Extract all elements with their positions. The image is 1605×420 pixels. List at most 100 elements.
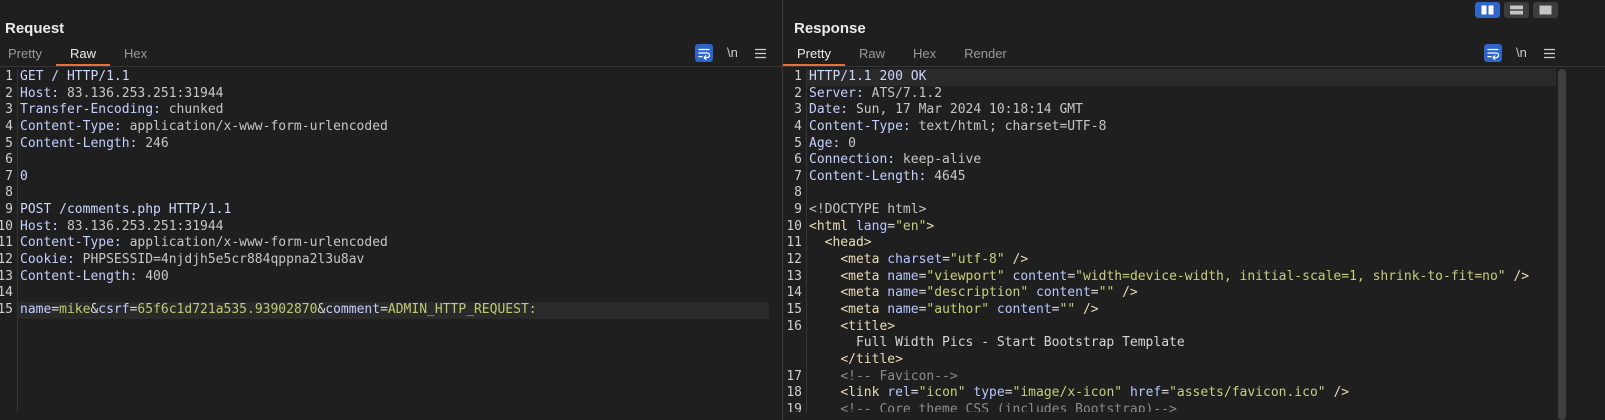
line-number: 18 [786,385,802,401]
code-line[interactable]: Full Width Pics - Start Bootstrap Templa… [783,335,1556,352]
token-attr-value: "" [1098,285,1115,301]
wrap-lines-icon [698,48,711,61]
code-line[interactable]: 8 [0,185,769,202]
token-attr-name: name [887,268,919,284]
code-line[interactable]: 14 [0,285,769,302]
code-line[interactable]: 12 <meta charset="utf-8" /> [783,252,1556,269]
tab-hex[interactable]: Hex [899,44,950,66]
code-line[interactable]: 9 POST /comments.php HTTP/1.1 [0,202,769,219]
vertical-scrollbar[interactable] [1558,69,1566,420]
code-line[interactable]: 1 HTTP/1.1 200 OK [783,69,1556,86]
code-line[interactable]: 10 Host: 83.136.253.251:31944 [0,219,769,236]
code-line[interactable]: 15 name=mike&csrf=65f6c1d721a535.93902870… [0,301,769,319]
request-tabs: Pretty Raw Hex [0,44,161,66]
code-line[interactable]: 10 <html lang="en"> [783,219,1556,236]
tab-raw[interactable]: Raw [55,44,110,66]
token-param-value: ADMIN_HTTP_REQUEST: [387,301,537,317]
tab-pretty[interactable]: Pretty [0,44,56,66]
tab-raw[interactable]: Raw [845,44,899,66]
tab-render[interactable]: Render [950,44,1021,66]
code-line[interactable]: 5 Age: 0 [783,136,1556,153]
split-rows-button[interactable] [1504,2,1529,18]
response-code-lines: 1 HTTP/1.1 200 OK 2 Server: ATS/7.1.2 3 Date:… [783,69,1556,412]
token-header-name: Content-Length: [809,168,927,184]
line-number: 10 [786,218,802,234]
line-content: POST /comments.php HTTP/1.1 [18,202,769,219]
token-attr-value: "description" [926,285,1029,301]
request-editor[interactable]: 1 GET / HTTP/1.1 2 Host: 83.136.253.251:319… [0,69,769,412]
wrap-lines-button[interactable] [695,44,713,62]
code-line[interactable]: 2 Host: 83.136.253.251:31944 [0,86,769,103]
token-header-name: Transfer-Encoding: [20,102,161,118]
line-content: Host: 83.136.253.251:31944 [18,219,769,236]
token-tag: </title> [840,351,903,367]
token-header-value: 83.136.253.251:31944 [59,218,224,234]
line-content: Transfer-Encoding: chunked [18,102,769,119]
code-line[interactable]: 70 [0,169,769,186]
tab-hex[interactable]: Hex [110,44,161,66]
code-line[interactable]: 6 [0,152,769,169]
line-number: 4 [5,118,13,134]
response-editor[interactable]: 1 HTTP/1.1 200 OK 2 Server: ATS/7.1.2 3 Date:… [783,69,1556,412]
wrap-lines-button[interactable] [1484,44,1502,62]
code-line[interactable]: 2 Server: ATS/7.1.2 [783,86,1556,103]
code-line[interactable]: 5 Content-Length: 246 [0,136,769,153]
code-line[interactable]: 13 <meta name="viewport" content="width=… [783,269,1556,286]
line-number: 12 [0,252,13,268]
line-content: </title> [807,352,1556,369]
split-rows-icon [1510,5,1523,15]
code-line[interactable]: 11 Content-Type: application/x-www-form-u… [0,235,769,252]
line-content [18,285,769,302]
code-line[interactable]: 7 Content-Length: 4645 [783,169,1556,186]
line-content [18,152,769,169]
code-line[interactable]: 19 <!-- Core theme CSS (includes Bootstr… [783,402,1556,412]
code-line[interactable]: 15 <meta name="author" content="" /> [783,302,1556,319]
line-content: <head> [807,235,1556,252]
code-line[interactable]: 17 <!-- Favicon--> [783,369,1556,386]
single-pane-button[interactable] [1533,2,1558,18]
line-number [783,335,802,352]
token-header-value: 400 [137,268,169,284]
code-line[interactable]: 6 Connection: keep-alive [783,152,1556,169]
tab-pretty[interactable]: Pretty [783,44,845,66]
code-line[interactable]: 8 [783,185,1556,202]
code-line[interactable]: 16 <title> [783,319,1556,336]
token-attr-name: name [887,285,919,301]
line-number: 11 [0,235,13,251]
code-line[interactable]: </title> [783,352,1556,369]
code-line[interactable]: 3 Transfer-Encoding: chunked [0,102,769,119]
code-line[interactable]: 3 Date: Sun, 17 Mar 2024 10:18:14 GMT [783,102,1556,119]
code-line[interactable]: 13 Content-Length: 400 [0,269,769,286]
code-line[interactable]: 14 <meta name="description" content="" /… [783,285,1556,302]
line-number: 2 [5,85,13,101]
code-line[interactable]: 12 Cookie: PHPSESSID=4njdjh5e5cr884qppna2… [0,252,769,269]
tab-divider [783,66,1605,67]
show-newlines-button[interactable]: \n [1516,44,1527,62]
token-attr-value: "" [1059,301,1076,317]
token-attr-value: "en" [895,218,927,234]
code-line[interactable]: 9 <!DOCTYPE html> [783,202,1556,219]
response-pane: Response Pretty Raw Hex Render \n 1 HTTP/… [783,0,1605,420]
token-attr-value: "width=device-width, initial-scale=1, sh… [1075,268,1506,284]
line-number: 7 [5,168,13,184]
token-attr-name: content [1012,268,1068,284]
code-line[interactable]: 18 <link rel="icon" type="image/x-icon" … [783,385,1556,402]
line-content: Server: ATS/7.1.2 [807,86,1556,103]
code-line[interactable]: 4 Content-Type: text/html; charset=UTF-8 [783,119,1556,136]
line-number: 6 [5,152,13,168]
split-columns-button[interactable] [1475,2,1500,18]
token-attr-value: "assets/favicon.ico" [1169,385,1326,401]
code-line[interactable]: 1 GET / HTTP/1.1 [0,69,769,86]
request-pane: Request Pretty Raw Hex \n 1 GET / HTTP/1.… [0,0,782,420]
editor-menu-button[interactable] [755,48,766,59]
editor-menu-button[interactable] [1544,48,1555,59]
code-line[interactable]: 4 Content-Type: application/x-www-form-ur… [0,119,769,136]
token-header-value: 246 [137,135,169,151]
code-line[interactable]: 11 <head> [783,235,1556,252]
show-newlines-button[interactable]: \n [727,44,738,62]
tab-divider [0,66,782,67]
